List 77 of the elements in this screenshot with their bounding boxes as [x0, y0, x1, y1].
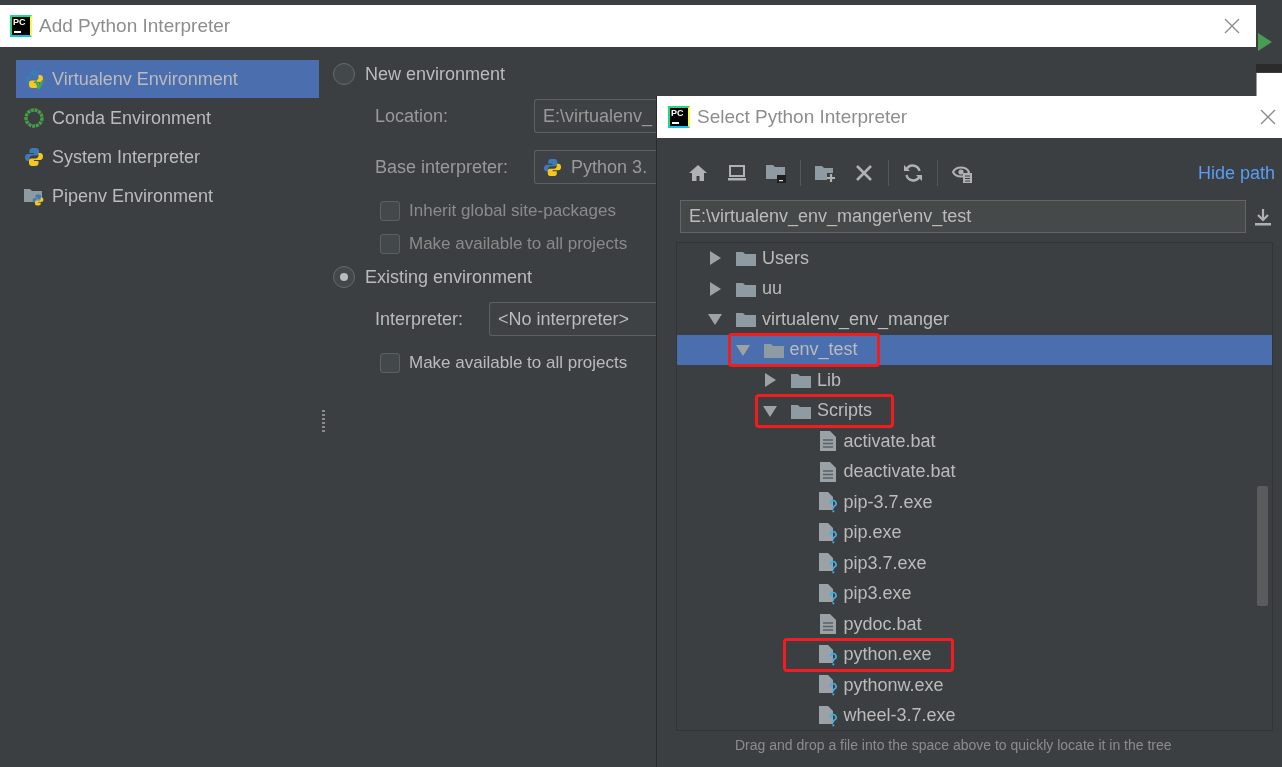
text-file-icon	[817, 613, 838, 636]
tree-item[interactable]: pip.exe	[677, 517, 1272, 548]
app-logo: PC	[668, 106, 690, 128]
download-icon[interactable]	[1255, 207, 1271, 226]
window-title: Add Python Interpreter	[39, 15, 231, 37]
caret-right-icon[interactable]	[763, 373, 777, 388]
text-file-icon	[817, 430, 838, 453]
tree-item[interactable]: pythonw.exe	[677, 670, 1272, 701]
tree-item[interactable]: pydoc.bat	[677, 609, 1272, 640]
tree-item[interactable]: activate.bat	[677, 426, 1272, 457]
tree-item[interactable]: pip3.exe	[677, 578, 1272, 609]
tree-item[interactable]: Lib	[677, 365, 1272, 396]
caret-down-icon[interactable]	[763, 403, 777, 418]
folder-icon	[790, 371, 812, 390]
folder-python-icon	[24, 186, 44, 206]
home-icon[interactable]	[688, 163, 708, 183]
monitor-icon[interactable]	[727, 163, 747, 183]
file-question-icon	[817, 582, 838, 605]
header-bar	[1256, 64, 1282, 72]
field-label: Location:	[375, 105, 450, 127]
checkbox[interactable]	[380, 233, 400, 254]
checkbox-label[interactable]: Make available to all projects	[409, 233, 628, 254]
tree-item[interactable]: virtualenv_env_manger	[677, 304, 1272, 335]
dropdown[interactable]: Python 3.	[534, 150, 657, 184]
radio-label[interactable]: New environment	[365, 63, 506, 85]
dropdown[interactable]: <No interpreter>	[489, 302, 657, 336]
checkbox-label[interactable]: Inherit global site-packages	[409, 200, 616, 221]
window-title: Select Python Interpreter	[697, 106, 908, 128]
tree-item[interactable]: wheel-3.7.exe	[677, 700, 1272, 730]
field-label: Interpreter:	[375, 308, 464, 330]
checkbox[interactable]	[380, 352, 400, 373]
text-file-icon	[817, 460, 838, 483]
tree-item[interactable]: Scripts	[677, 395, 1272, 426]
ring-icon	[24, 108, 44, 128]
folder-badge-icon[interactable]	[766, 163, 786, 183]
file-question-icon	[817, 704, 838, 727]
app-logo: PC	[10, 15, 32, 37]
file-question-icon	[817, 674, 838, 697]
splitter-handle[interactable]	[322, 410, 325, 432]
tree-item[interactable]: uu	[677, 273, 1272, 304]
tree-item[interactable]: pip3.7.exe	[677, 548, 1272, 579]
field-label: Base interpreter:	[375, 156, 509, 178]
checkbox-label[interactable]: Make available to all projects	[409, 352, 628, 373]
file-question-icon	[817, 521, 838, 544]
cross-icon[interactable]	[854, 163, 874, 183]
folder-plus-icon[interactable]	[815, 163, 835, 183]
sidebar-item[interactable]: Conda Environment	[16, 99, 319, 137]
tree-item[interactable]: pip-3.7.exe	[677, 487, 1272, 518]
tree-item[interactable]: python.exe	[677, 639, 1272, 670]
scrollbar-thumb[interactable]	[1257, 486, 1268, 606]
caret-down-icon[interactable]	[708, 312, 722, 327]
hint-text: Drag and drop a file into the space above to quickly locate it in the tree	[735, 736, 1173, 755]
radio-button[interactable]	[333, 266, 355, 288]
radio-button[interactable]	[333, 63, 355, 85]
python-icon	[24, 147, 44, 167]
folder-icon	[735, 249, 757, 268]
sidebar-item[interactable]: Pipenv Environment	[16, 177, 319, 215]
python-badge-icon	[24, 69, 44, 89]
caret-right-icon[interactable]	[708, 251, 722, 266]
checkbox[interactable]	[380, 200, 400, 221]
path-field[interactable]: E:\virtualenv_env_manger\env_test	[680, 200, 1246, 233]
file-question-icon	[817, 643, 838, 666]
close-icon[interactable]	[1224, 18, 1240, 34]
caret-right-icon[interactable]	[708, 281, 722, 296]
refresh-icon[interactable]	[903, 163, 923, 183]
folder-icon	[735, 310, 757, 329]
tree-item[interactable]: Users	[677, 243, 1272, 274]
python-icon	[543, 157, 563, 177]
sidebar-item[interactable]: System Interpreter	[16, 138, 319, 176]
file-question-icon	[817, 491, 838, 514]
close-icon[interactable]	[1260, 109, 1276, 125]
hide-path-link[interactable]: Hide path	[1197, 162, 1275, 184]
file-question-icon	[817, 552, 838, 575]
text-field[interactable]: E:\virtualenv_	[534, 99, 657, 133]
play-icon[interactable]	[1258, 33, 1272, 51]
tree-item[interactable]: deactivate.bat	[677, 456, 1272, 487]
radio-label[interactable]: Existing environment	[365, 266, 533, 288]
